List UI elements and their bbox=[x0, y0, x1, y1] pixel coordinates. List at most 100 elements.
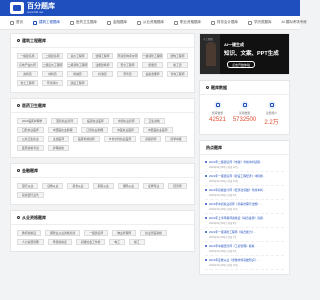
tag-item[interactable]: 劳务员 bbox=[117, 71, 138, 77]
tag-item[interactable]: 岩土工程师 bbox=[17, 80, 38, 86]
tag-item[interactable]: 期货从业 bbox=[92, 183, 114, 189]
tag-item[interactable]: 一级建造师 bbox=[17, 53, 38, 59]
tag-item[interactable]: 材料员 bbox=[42, 71, 63, 77]
tag-item[interactable]: 药学中级 bbox=[165, 136, 187, 142]
news-link[interactable]: 2021年二级建造师《市政》考前冲刺试题... bbox=[205, 160, 284, 164]
tag-item[interactable]: 环境评价 bbox=[42, 80, 63, 86]
tag-item[interactable]: 施工员 bbox=[167, 62, 188, 68]
news-link[interactable]: 2021年中药执业药师《药事管理与法规》... bbox=[205, 202, 284, 206]
news-item[interactable]: 2021年上半年教师资格证《综合素质》真题... 2023年01月09日 浏览 8… bbox=[205, 214, 284, 228]
logo-icon[interactable] bbox=[10, 2, 24, 14]
tag-item[interactable]: 口腔执业助理 bbox=[81, 127, 109, 133]
tag-item[interactable]: 乡村全科执业医师 bbox=[103, 136, 137, 142]
news-link[interactable]: 2021年中级经济师《工商管理》模拟... bbox=[205, 244, 284, 248]
tag-item[interactable]: 口腔执业医师 bbox=[17, 127, 44, 133]
tag-item[interactable]: 质量员 bbox=[142, 62, 163, 68]
news-item[interactable]: 2021年中药执业药师《药事管理与法规》... 2023年01月09日 浏览 11… bbox=[205, 200, 284, 214]
tag-item[interactable]: 西药执业药师 bbox=[51, 118, 79, 124]
tag-item[interactable]: 公共卫生执业 bbox=[17, 136, 44, 142]
news-text[interactable]: 2021年中级经济师《工商管理》模拟... bbox=[209, 244, 257, 248]
tag-item[interactable]: 临床检验技师 bbox=[73, 136, 100, 142]
tag-item[interactable]: 银行从业 bbox=[17, 183, 39, 189]
tag-item[interactable]: 医师资格考试 bbox=[17, 145, 44, 151]
tag-item[interactable]: 临床执业医师 bbox=[82, 118, 109, 124]
tag-item[interactable]: 二级消防工程师 bbox=[67, 62, 88, 68]
nav-item-construction[interactable]: 建筑工程题库 bbox=[33, 20, 60, 25]
tag-item[interactable]: 监理工程师 bbox=[92, 53, 113, 59]
tag-item[interactable]: 标准员 bbox=[92, 71, 113, 77]
tag-item[interactable]: 经济师 bbox=[168, 183, 187, 189]
news-text[interactable]: 2021年一级消防工程师《综合能力》... bbox=[209, 230, 257, 234]
nav-item-finance[interactable]: 金融题库 bbox=[107, 20, 127, 25]
news-link[interactable]: 2021年一级消防工程师《综合能力》... bbox=[205, 230, 284, 234]
tag-item[interactable]: 基金从业 bbox=[67, 183, 89, 189]
tag-item[interactable]: 中药执业药师 bbox=[112, 118, 140, 124]
news-item[interactable]: 2021年一级建造师《建设工程经济》冲刺题... 2023年01月09日 浏览 1… bbox=[205, 172, 284, 186]
tag-item[interactable]: 人力资源管理 bbox=[17, 239, 44, 245]
tag-item[interactable]: 物业管理师 bbox=[112, 230, 137, 236]
tag-item[interactable]: 执业兽医资格 bbox=[140, 230, 167, 236]
tag-item[interactable]: 建设工程师 bbox=[67, 80, 88, 86]
news-item[interactable]: 2021年二级建造师《市政》考前冲刺试题... 2023年01月09日 浏览 12… bbox=[205, 158, 284, 172]
tag-item[interactable]: 中西医执业医师 bbox=[142, 127, 173, 133]
tag-item[interactable]: 一级建造师 bbox=[84, 230, 109, 236]
nav-item-ai-exam[interactable]: AI 模拟考场专练 bbox=[282, 20, 307, 25]
tag-item[interactable]: 设备监理师 bbox=[142, 71, 163, 77]
brand[interactable]: 百分题库 www.bfti.net bbox=[27, 3, 55, 14]
nav-item-home[interactable]: 首页 bbox=[10, 20, 23, 25]
tag-item[interactable]: 初级药师 bbox=[140, 136, 162, 142]
news-text[interactable]: 2021年中药执业药师《药事管理与法规》... bbox=[209, 202, 262, 206]
tag-item[interactable]: 注册建筑师 bbox=[92, 62, 113, 68]
tag-item[interactable]: 房地产估价师 bbox=[17, 62, 38, 68]
nav-label: 金融题库 bbox=[113, 20, 127, 24]
news-item[interactable]: 2021年初级会计师《经济法基础》考前冲刺... 2023年01月09日 浏览 9… bbox=[205, 186, 284, 200]
news-link[interactable]: 2021年初级会计师《经济法基础》考前冲刺... bbox=[205, 188, 284, 192]
news-text[interactable]: 2021年上半年教师资格证《综合素质》真题... bbox=[209, 216, 265, 220]
tag-item[interactable]: 环境影响评价师 bbox=[117, 53, 138, 59]
nav-item-professional[interactable]: 职业资格题库 bbox=[174, 20, 201, 25]
tag-item[interactable]: 初级社会工作者 bbox=[75, 239, 106, 245]
tag-item[interactable]: 2021临床护理学 bbox=[17, 118, 48, 124]
nav-item-accounting[interactable]: 财务会计题库 bbox=[211, 20, 238, 25]
tag-item[interactable]: 机械员 bbox=[67, 71, 88, 77]
nav-item-practice[interactable]: 从业资格题库 bbox=[137, 20, 164, 25]
tag-item[interactable]: 咨询工程师 bbox=[167, 71, 188, 77]
tag-item[interactable]: 证券专业 bbox=[143, 183, 165, 189]
tag-item[interactable]: 中医执业医师 bbox=[112, 127, 139, 133]
stats-panel: 题库数据 题库数量 42521 试题数量 5732500 注册用户 2.2万 bbox=[199, 80, 290, 135]
tag-item[interactable]: 资料员 bbox=[17, 71, 38, 77]
news-item[interactable]: 2021年中级经济师《工商管理》模拟... 2023年01月09日 浏览 6次 bbox=[205, 242, 284, 256]
news-item[interactable]: 2021年一级消防工程师《综合能力》... 2023年01月09日 浏览 7次 bbox=[205, 228, 284, 242]
tag-item[interactable]: 证券从业 bbox=[42, 183, 64, 189]
news-text[interactable]: 2021年一级建造师《建设工程经济》冲刺题... bbox=[209, 174, 265, 178]
nav-item-medical[interactable]: 医药卫生题库 bbox=[70, 20, 97, 25]
tag-item[interactable]: 焊工 bbox=[129, 239, 145, 245]
tag-item[interactable]: 一级消防工程师 bbox=[142, 53, 163, 59]
ai-promo-banner[interactable]: 人工智能 AI一键生成 知识、文案、PPT生成 点击开始体验 bbox=[199, 33, 290, 75]
tag-item[interactable]: 安全工程师 bbox=[117, 62, 138, 68]
tag-item[interactable]: 造价工程师 bbox=[67, 53, 88, 59]
tag-item[interactable]: 主治医师 bbox=[47, 136, 69, 142]
tag-item[interactable]: 二级造价工程师 bbox=[42, 62, 63, 68]
tag-item[interactable]: 教师资格证 bbox=[17, 230, 41, 236]
banner-cta-button[interactable]: 点击开始体验 bbox=[227, 61, 256, 68]
tag-item[interactable]: 投资银行业务 bbox=[17, 192, 44, 198]
news-link[interactable]: 2021年上半年教师资格证《综合素质》真题... bbox=[205, 216, 284, 220]
tag-item[interactable]: 结构工程师 bbox=[167, 53, 188, 59]
news-item[interactable]: 2021年证券从业《金融市场基础知识》... 2023年01月09日 浏览 10次 bbox=[205, 256, 284, 270]
tag-item[interactable]: 电工 bbox=[109, 239, 125, 245]
tag-item[interactable]: 护理资格 bbox=[47, 145, 69, 151]
news-text[interactable]: 2021年初级会计师《经济法基础》考前冲刺... bbox=[209, 188, 265, 192]
tag-item[interactable]: 导游资格证 bbox=[47, 239, 72, 245]
tag-item[interactable]: 保险业从业资格培训 bbox=[45, 230, 81, 236]
tag-item[interactable]: 保险从业 bbox=[117, 183, 140, 189]
news-link[interactable]: 2021年证券从业《金融市场基础知识》... bbox=[205, 258, 284, 262]
news-link[interactable]: 2021年一级建造师《建设工程经济》冲刺题... bbox=[205, 174, 284, 178]
news-meta: 2023年01月09日 浏览 11次 bbox=[209, 208, 238, 211]
tag-item[interactable]: 中西医执业助理 bbox=[47, 127, 78, 133]
nav-item-academic[interactable]: 学历类题库 bbox=[248, 20, 272, 25]
tag-item[interactable]: 二级建造师 bbox=[42, 53, 63, 59]
news-text[interactable]: 2021年二级建造师《市政》考前冲刺试题... bbox=[209, 160, 262, 164]
tag-item[interactable]: 卫生资格 bbox=[143, 118, 165, 124]
news-text[interactable]: 2021年证券从业《金融市场基础知识》... bbox=[209, 258, 260, 262]
